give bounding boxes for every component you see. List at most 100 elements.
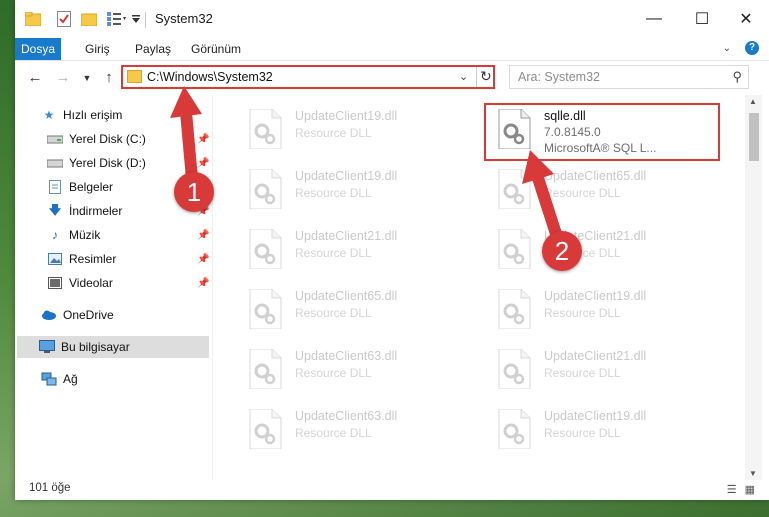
maximize-button[interactable]: ☐ [679,0,725,38]
expand-ribbon-icon[interactable]: ⌄ [723,43,731,54]
file-description: Resource DLL [295,306,372,320]
explorer-window: System32 — ☐ ✕ Dosya Giriş Paylaş Görünü… [15,0,769,500]
file-description: Resource DLL [544,366,621,380]
dll-gear-icon [497,288,531,330]
downloads-icon: 🡇 [48,202,62,217]
dll-gear-icon [248,168,282,210]
back-arrow-icon[interactable]: ← [25,68,45,88]
annotation-badge-1: 1 [174,172,214,212]
dll-gear-icon [248,108,282,150]
dll-gear-icon [248,228,282,270]
recent-locations-chevron-icon[interactable]: ▼ [77,68,97,88]
tab-home[interactable]: Giriş [77,38,118,60]
highlight-box [484,103,720,161]
file-tile[interactable]: UpdateClient21.dll Resource DLL [485,339,715,391]
large-icons-view-icon[interactable]: ▦ [745,483,755,496]
minimize-button[interactable]: — [631,0,677,38]
close-button[interactable]: ✕ [723,0,769,38]
item-count: 101 öğe [29,482,71,494]
address-bar[interactable]: C:\Windows\System32 ⌄ ↻ [121,65,495,89]
up-arrow-icon[interactable]: ↑ [99,68,119,88]
music-icon: ♪ [52,228,58,242]
scrollbar-thumb[interactable] [749,113,759,161]
new-folder-icon[interactable] [81,10,97,28]
network-icon [41,372,57,386]
computer-icon [39,340,55,354]
videos-icon [47,276,63,290]
pin-icon[interactable]: 📌 [197,254,209,265]
pin-icon[interactable]: 📌 [197,230,209,241]
window-title: System32 [155,11,213,26]
forward-arrow-icon[interactable]: → [53,68,73,88]
dll-gear-icon [497,408,531,450]
file-description: Resource DLL [295,366,372,380]
scroll-up-arrow-icon[interactable]: ▲ [749,97,757,106]
file-name: UpdateClient63.dll [295,349,398,363]
details-view-icon[interactable]: ☰ [727,483,737,496]
address-folder-icon [127,70,142,83]
sidebar-item-onedrive[interactable]: OneDrive [41,304,234,326]
refresh-icon[interactable]: ↻ [480,68,492,85]
address-path[interactable]: C:\Windows\System32 [147,70,273,84]
star-icon: ★ [43,108,55,122]
pane-splitter[interactable] [212,95,213,480]
dll-gear-icon [497,348,531,390]
file-name: UpdateClient19.dll [295,109,398,123]
ribbon-controls: ⌄ ? [723,41,759,55]
file-tile[interactable]: UpdateClient63.dll Resource DLL [236,339,466,391]
title-bar: System32 — ☐ ✕ [15,0,769,38]
address-history-chevron-icon[interactable]: ⌄ [459,70,468,83]
file-tile[interactable]: UpdateClient19.dll Resource DLL [485,279,715,331]
tab-share[interactable]: Paylaş [127,38,179,60]
file-tile[interactable]: UpdateClient19.dll Resource DLL [236,99,466,151]
pin-icon[interactable]: 📌 [197,134,209,145]
file-name: UpdateClient65.dll [544,169,647,183]
pin-icon[interactable]: 📌 [197,158,209,169]
view-options-icon[interactable] [107,10,127,28]
customize-toolbar-icon[interactable] [131,10,141,28]
sidebar-item-quick-access[interactable]: ★ Hızlı erişim [41,104,234,126]
file-name: UpdateClient19.dll [295,169,398,183]
tab-view[interactable]: Görünüm [183,38,249,60]
scroll-down-arrow-icon[interactable]: ▼ [749,469,757,478]
annotation-badge-2: 2 [542,231,582,271]
file-tile[interactable]: UpdateClient65.dll Resource DLL [485,159,715,211]
file-name: UpdateClient21.dll [295,229,398,243]
folder-icon[interactable] [25,10,41,28]
tab-file[interactable]: Dosya [15,38,61,60]
pictures-icon [47,252,63,266]
file-tile[interactable]: UpdateClient21.dll Resource DLL [236,219,466,271]
pin-icon[interactable]: 📌 [197,278,209,289]
navigation-bar: ← → ▼ ↑ C:\Windows\System32 ⌄ ↻ Ara: Sys… [15,61,769,95]
sidebar-item-this-pc[interactable]: Bu bilgisayar [17,336,209,358]
help-icon[interactable]: ? [745,41,759,55]
vertical-scrollbar[interactable]: ▲ ▼ [745,95,762,480]
file-tile[interactable]: UpdateClient21.dll Resource DLL [485,219,715,271]
file-tile[interactable]: UpdateClient65.dll Resource DLL [236,279,466,331]
drive-icon [47,132,63,146]
dll-gear-icon [248,408,282,450]
search-icon[interactable]: ⚲ [732,69,742,85]
dll-gear-icon [248,348,282,390]
file-description: Resource DLL [544,306,621,320]
file-tile[interactable]: UpdateClient19.dll Resource DLL [236,159,466,211]
file-tile[interactable]: UpdateClient63.dll Resource DLL [236,399,466,451]
sidebar-item-network[interactable]: Ağ [41,368,234,390]
search-placeholder: Ara: System32 [518,70,600,84]
dll-gear-icon [497,168,531,210]
file-name: UpdateClient65.dll [295,289,398,303]
file-name: UpdateClient21.dll [544,349,647,363]
address-separator [476,67,477,87]
documents-icon [47,180,63,194]
file-name: UpdateClient63.dll [295,409,398,423]
file-description: Resource DLL [295,186,372,200]
file-description: Resource DLL [295,426,372,440]
file-name: UpdateClient19.dll [544,289,647,303]
drive-icon [47,156,63,170]
properties-check-icon[interactable] [57,10,71,28]
file-description: Resource DLL [544,186,621,200]
file-tile[interactable]: UpdateClient19.dll Resource DLL [485,399,715,451]
status-bar: 101 öğe ☰ ▦ [15,480,769,500]
title-separator [145,12,146,28]
search-input[interactable]: Ara: System32 ⚲ [509,65,749,89]
